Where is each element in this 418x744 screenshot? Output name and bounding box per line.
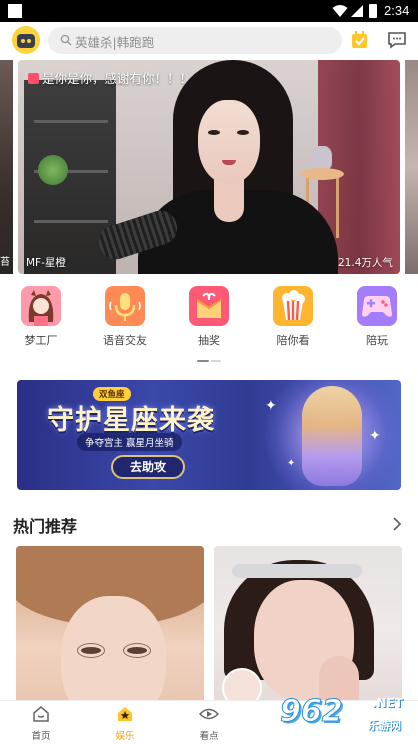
gamepad-icon bbox=[357, 286, 397, 326]
streamer-name: MF-星橙 bbox=[26, 257, 66, 269]
search-placeholder: 英雄杀|韩跑跑 bbox=[75, 35, 155, 50]
sparkle-icon: ✦ bbox=[265, 398, 277, 414]
category-dream-factory[interactable]: 梦工厂 bbox=[9, 286, 73, 348]
notification-app-icon bbox=[8, 4, 22, 18]
chevron-right-icon[interactable] bbox=[392, 517, 402, 531]
live-card-next[interactable] bbox=[405, 60, 418, 274]
category-lottery[interactable]: 抽奖 bbox=[177, 286, 241, 348]
wifi-icon bbox=[332, 5, 348, 17]
battery-icon bbox=[369, 4, 377, 18]
robot-avatar-icon[interactable] bbox=[12, 26, 40, 54]
star-icon bbox=[118, 707, 132, 721]
tab-highlights[interactable]: 看点 bbox=[179, 705, 239, 742]
category-play-companion[interactable]: 陪玩 bbox=[345, 286, 409, 348]
promo-character-image bbox=[302, 386, 362, 486]
category-row: 梦工厂 语音交友 抽奖 陪你看 陪玩 bbox=[0, 286, 418, 348]
tab-entertainment[interactable]: 娱乐 bbox=[95, 705, 155, 742]
sparkle-icon: ✦ bbox=[369, 428, 381, 444]
entertainment-screen: 2:34 英雄杀|韩跑跑 苔 是你是你，感谢有你！！！ MF-星橙 21.4万人… bbox=[0, 0, 418, 744]
microphone-icon bbox=[105, 286, 145, 326]
checkin-icon[interactable] bbox=[350, 30, 370, 50]
search-input[interactable]: 英雄杀|韩跑跑 bbox=[48, 27, 342, 54]
recommend-card[interactable] bbox=[16, 546, 204, 714]
tab-home[interactable]: 首页 bbox=[11, 705, 71, 742]
popcorn-icon bbox=[273, 286, 313, 326]
live-stream-card[interactable] bbox=[18, 60, 400, 274]
promo-title: 守护星座来袭 bbox=[47, 405, 215, 436]
recommend-card[interactable] bbox=[214, 546, 402, 714]
status-bar: 2:34 bbox=[0, 0, 418, 22]
page-indicator bbox=[197, 360, 223, 362]
eye-icon bbox=[198, 708, 220, 720]
sparkle-icon: ✦ bbox=[287, 458, 296, 469]
top-header: 英雄杀|韩跑跑 bbox=[0, 22, 418, 60]
promo-assist-button[interactable]: 去助攻 bbox=[111, 455, 185, 479]
site-watermark: 962 .NET 乐游网 bbox=[280, 694, 403, 733]
search-icon bbox=[60, 34, 72, 46]
promo-banner[interactable]: ✦ ✦ ✦ 双鱼座 守护星座来袭 争夺宫主 赢星月坐骑 去助攻 bbox=[17, 380, 401, 490]
message-icon[interactable] bbox=[387, 30, 407, 50]
gift-icon bbox=[189, 286, 229, 326]
section-title: 热门推荐 bbox=[13, 517, 78, 536]
streamer-photo bbox=[198, 100, 260, 184]
promo-subtitle: 争夺宫主 赢星月坐骑 bbox=[77, 433, 182, 451]
cell-signal-icon bbox=[351, 5, 363, 17]
category-watch-together[interactable]: 陪你看 bbox=[261, 286, 325, 348]
girl-avatar-icon bbox=[21, 286, 61, 326]
live-title: 是你是你，感谢有你！！！ bbox=[28, 68, 192, 87]
clock: 2:34 bbox=[384, 3, 410, 18]
category-voice-chat[interactable]: 语音交友 bbox=[93, 286, 157, 348]
live-card-previous[interactable]: 苔 bbox=[0, 60, 13, 274]
streamer-thumbnail bbox=[61, 596, 166, 714]
live-tag-icon bbox=[28, 73, 39, 84]
popularity-count: 21.4万人气 bbox=[338, 257, 393, 269]
home-icon bbox=[33, 706, 49, 722]
